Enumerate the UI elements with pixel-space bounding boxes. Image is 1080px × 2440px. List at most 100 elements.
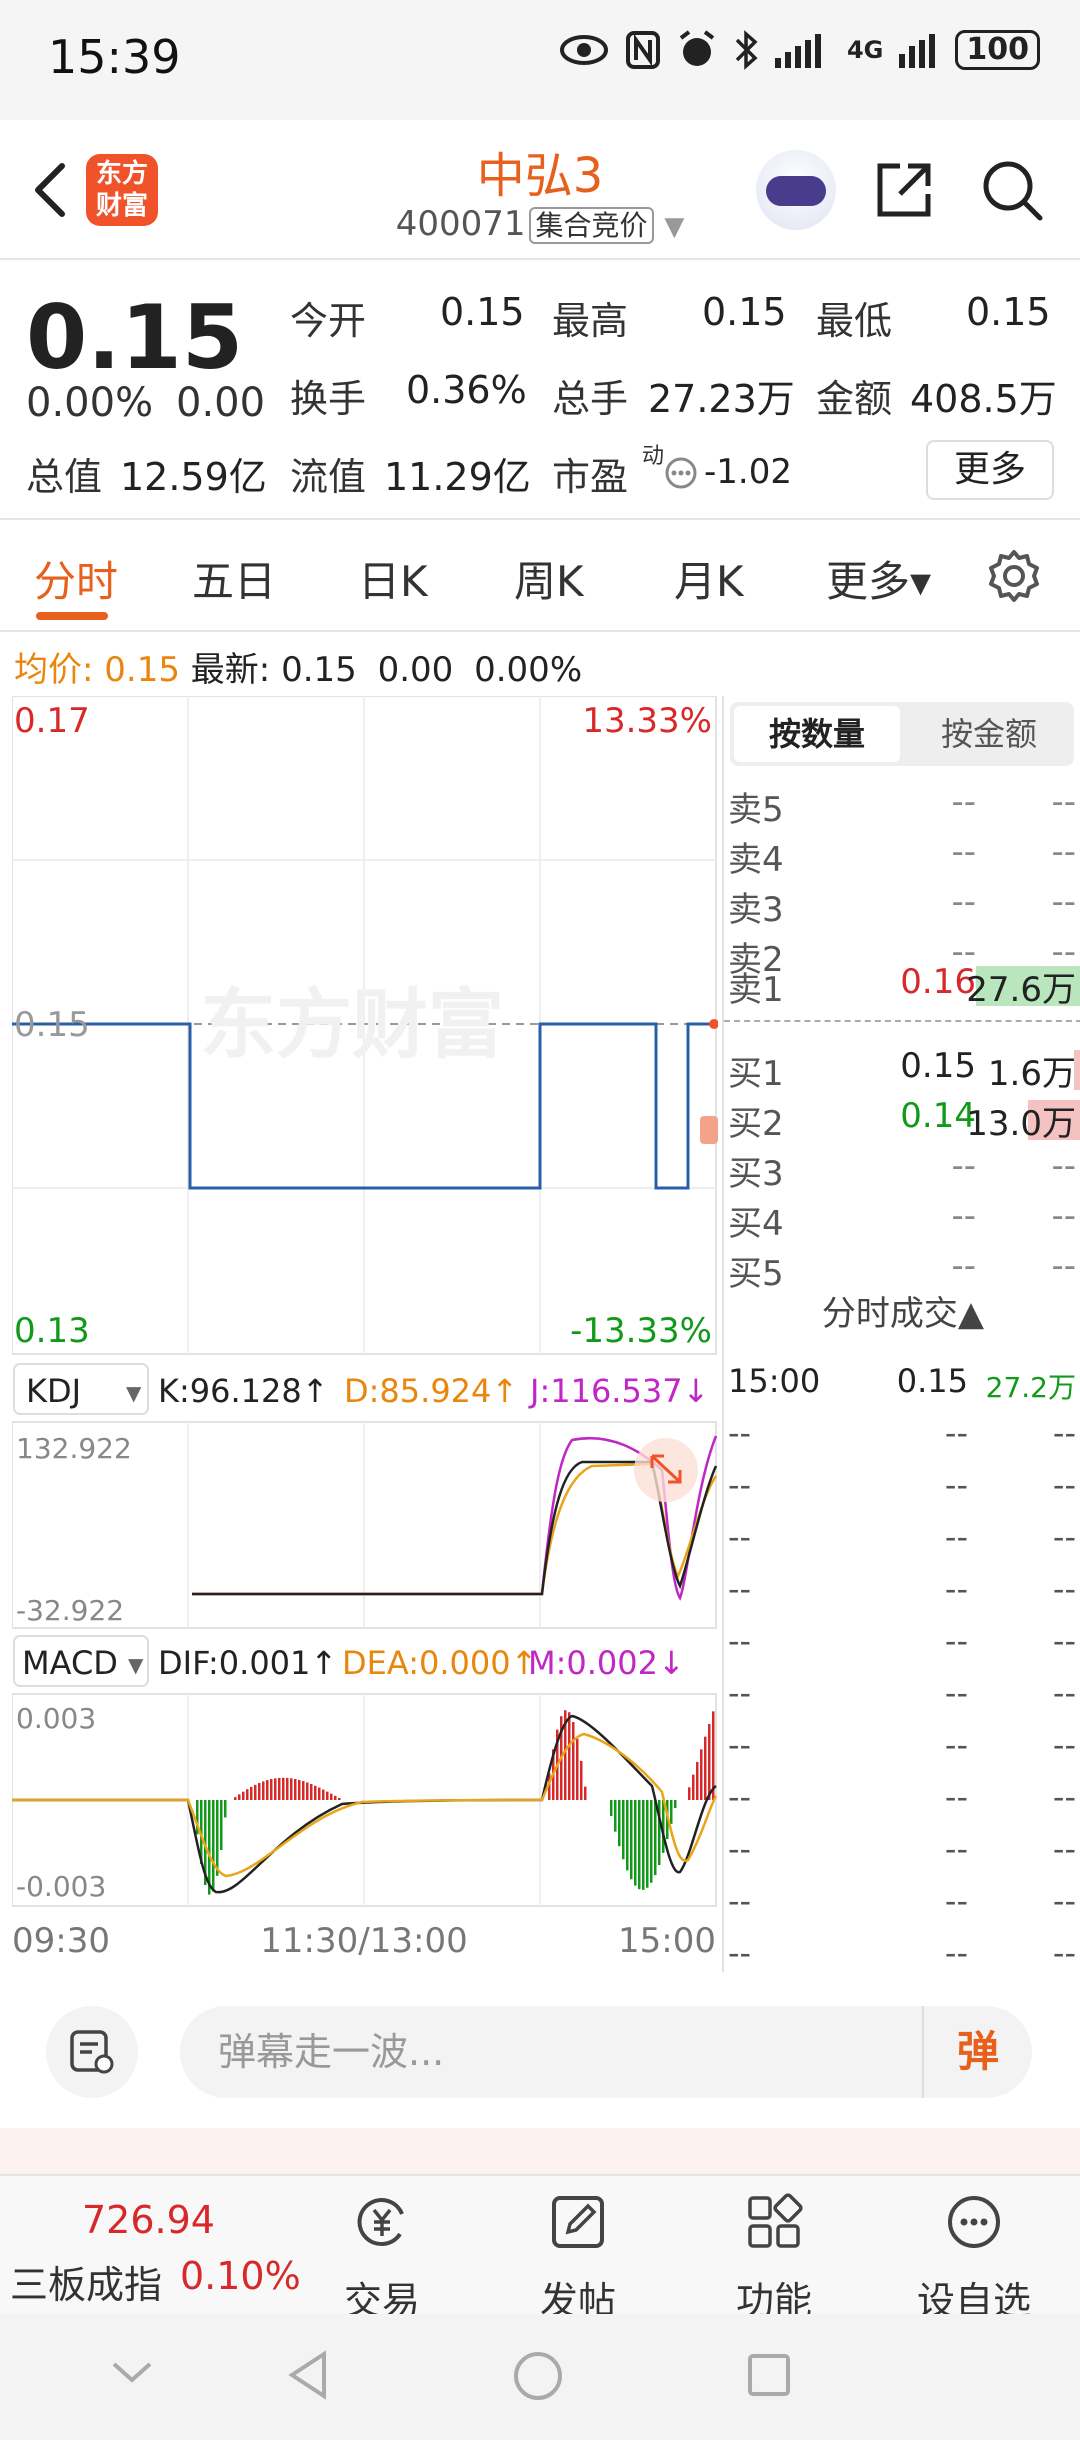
bid-label: 买2 [728,1104,784,1144]
macd-bar [670,1800,673,1824]
macd-bar [282,1777,285,1800]
chart-tabs: 分时 五日 日K 周K 月K 更多▾ [0,522,1080,632]
search-icon[interactable] [980,158,1044,222]
turnover-label: 换手 [290,377,367,421]
recents-square-icon[interactable] [746,2352,792,2398]
kdj-axis-max: 132.922 [16,1432,132,1465]
status-icons: 4G 100 [559,30,1040,70]
macd-bar [254,1784,257,1800]
amount-value: 408.5万 [910,377,1057,421]
tab-daily-k[interactable]: 日K [358,548,428,609]
macd-label: MACD [22,1644,118,1682]
chevron-down-icon[interactable] [110,2358,154,2388]
change-value: 0.00 [176,380,266,426]
ask-row-1: 卖1 0.16 27.6万 [728,962,1080,1010]
change-percent: 0.00% [26,380,154,426]
macd-bar [576,1738,579,1800]
trade-time: -- [728,1674,752,1712]
trade-time: -- [728,1830,752,1868]
macd-bar [302,1781,305,1800]
bid-volume: 13.0万 [966,1104,1076,1144]
macd-bar [262,1781,265,1800]
macd-bar [634,1800,637,1886]
tab-by-quantity[interactable]: 按数量 [734,706,900,762]
bid-volume: -- [1051,1196,1076,1236]
trade-price: -- [944,1570,968,1608]
info-change: 0.00 [377,650,454,690]
macd-bar [638,1800,641,1890]
back-triangle-icon[interactable] [286,2350,330,2400]
more-dots-icon[interactable] [664,456,698,490]
bid-label: 买4 [728,1204,784,1244]
high-value: 0.15 [702,290,787,334]
index-name: 三板成指 [10,2263,163,2307]
macd-bar [622,1800,625,1860]
tick-trades-header[interactable]: 分时成交▲ [724,1286,1080,1335]
macd-bar [278,1777,281,1800]
danmaku-input[interactable]: 弹幕走一波... 弹 [180,2006,1032,2098]
trade-icon [357,2198,404,2247]
tab-intraday[interactable]: 分时 [34,548,118,609]
more-button[interactable]: 更多 [926,440,1054,500]
ask-label: 卖5 [728,790,784,830]
bid-volume: 1.6万 [987,1054,1076,1094]
macd-bar [290,1778,293,1800]
bid-volume: -- [1051,1146,1076,1186]
bottom-navigation: 726.94 三板成指 0.10% 交易 发帖 功能 设自选 [0,2174,1080,2323]
macd-bar [650,1800,653,1883]
macd-bar [614,1800,617,1832]
nav-add-watchlist[interactable]: 设自选 [904,2186,1044,2323]
trade-price: -- [944,1882,968,1920]
chart-marker-icon[interactable] [700,1116,718,1144]
share-icon[interactable] [872,158,936,222]
trade-price: -- [944,1830,968,1868]
bid-row: 买3 -- -- [728,1146,1080,1194]
bid-price: -- [951,1246,976,1286]
macd-bar [642,1800,645,1890]
macd-bar [246,1789,249,1800]
low-value: 0.15 [966,290,1051,334]
nav-trade[interactable]: 交易 [312,2186,452,2323]
intraday-chart[interactable]: 东方财富 0.17 13.33% 0.15 0.13 -13.33% KDJ ▼… [11,695,719,1968]
tab-by-amount[interactable]: 按金额 [906,706,1072,762]
home-circle-icon[interactable] [512,2350,564,2402]
promo-strip [0,2128,1080,2174]
trade-row: -- -- -- [728,1466,1080,1516]
nav-functions[interactable]: 功能 [704,2186,844,2323]
signal-icon-2 [899,34,936,68]
trade-time: -- [728,1466,752,1504]
high-label: 最高 [552,299,629,343]
danmaku-send-button[interactable]: 弹 [922,2006,1032,2098]
macd-bar [242,1791,245,1800]
kdj-k-value: K:96.128↑ [158,1372,329,1410]
macd-bar [580,1760,583,1800]
macd-bar [654,1800,657,1876]
quote-panel: 0.15 0.00% 0.00 今开 0.15 最高 0.15 最低 0.15 … [0,262,1080,520]
nav-post[interactable]: 发帖 [508,2186,648,2323]
gear-icon[interactable] [986,548,1042,604]
trade-time: -- [728,1882,752,1920]
tab-five-day[interactable]: 五日 [192,548,276,609]
order-book-divider [724,1020,1080,1022]
price-axis-top: 0.17 [14,701,90,741]
macd-bar [286,1777,289,1800]
bid-price: 0.14 [900,1096,976,1136]
tab-monthly-k[interactable]: 月K [674,548,744,609]
bid-volume: -- [1051,1246,1076,1286]
eye-icon [559,35,608,65]
bid-label: 买1 [728,1054,784,1094]
macd-bar [688,1787,691,1800]
assistant-robot-icon[interactable] [756,150,836,230]
tab-more[interactable]: 更多▾ [826,548,931,609]
chevron-down-icon: ▼ [664,212,685,242]
macd-bar [298,1779,301,1800]
trade-price: -- [944,1622,968,1660]
ask-label: 卖1 [728,970,784,1010]
tab-weekly-k[interactable]: 周K [514,548,584,609]
price-axis-bottom: 0.13 [14,1311,90,1351]
danmaku-bar: 弹幕走一波... 弹 [0,1976,1080,2126]
trade-volume: -- [1052,1934,1076,1970]
macd-dif-value: DIF:0.001↑ [158,1644,337,1682]
danmaku-list-button[interactable] [46,2006,138,2098]
macd-bar [224,1800,227,1818]
